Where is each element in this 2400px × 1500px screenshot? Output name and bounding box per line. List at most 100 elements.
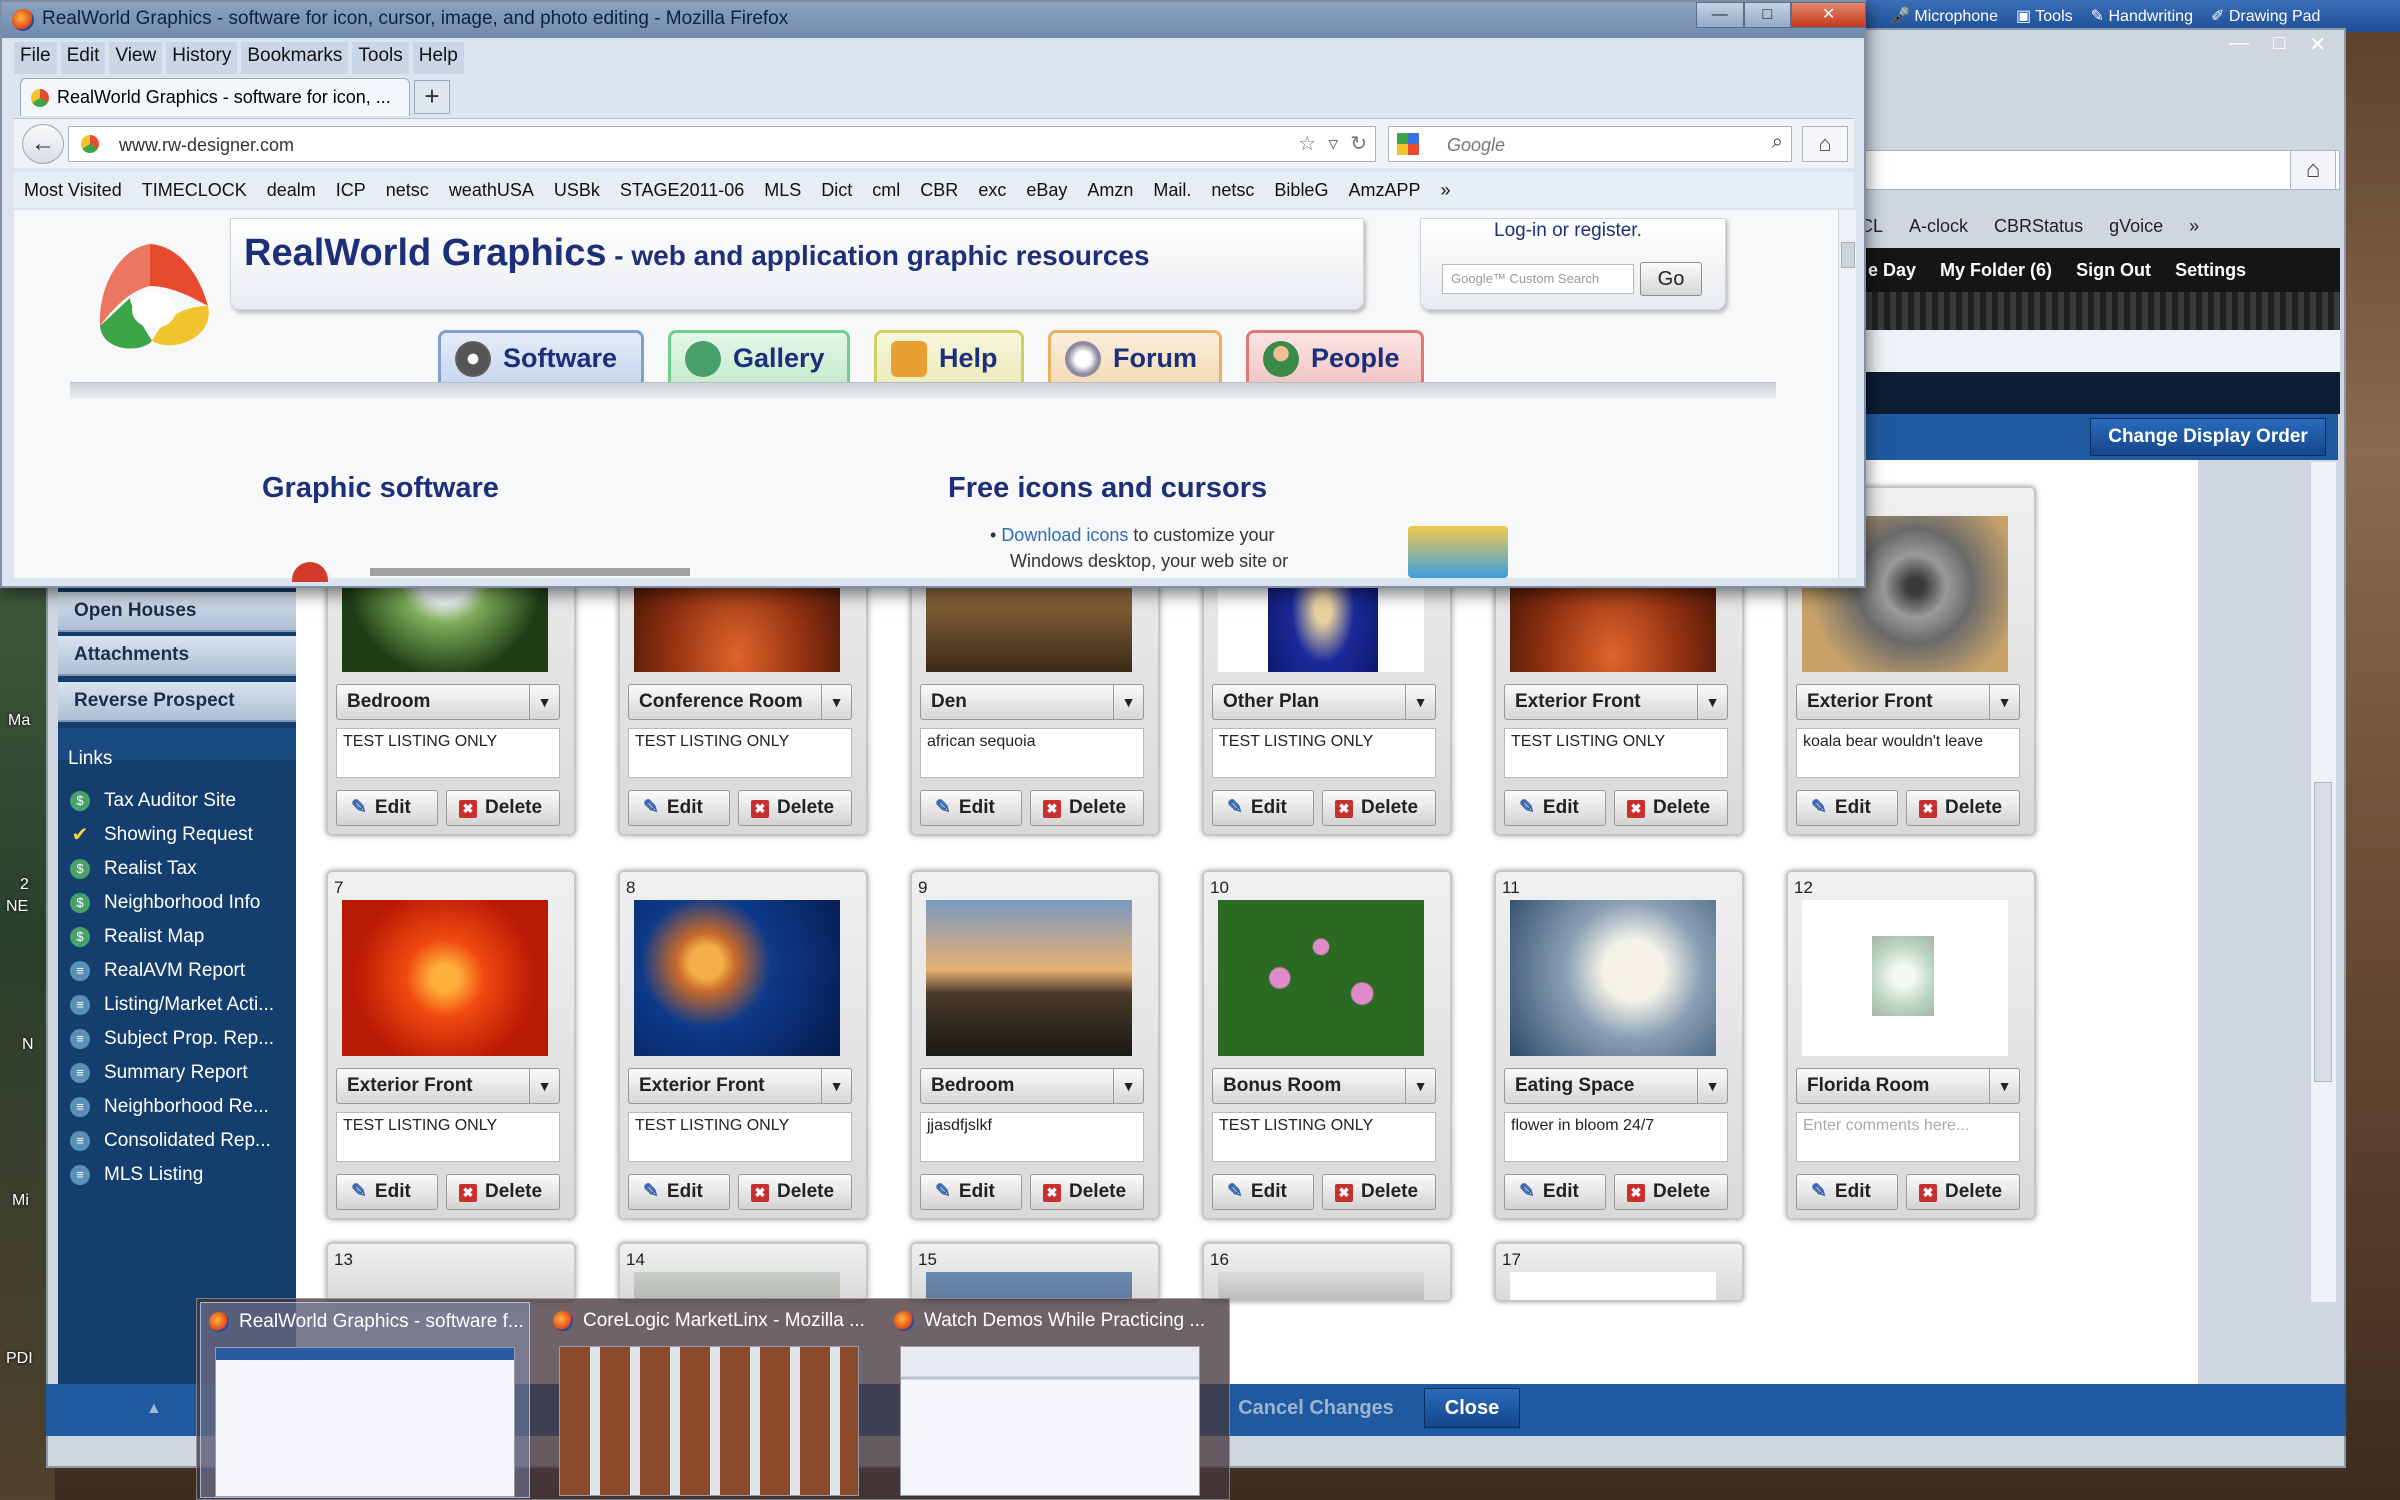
bookmark-item[interactable]: weathUSA xyxy=(449,180,534,201)
microphone-button[interactable]: 🎤 Microphone xyxy=(1890,6,1998,26)
link-realavm-report[interactable]: ≡ RealAVM Report xyxy=(70,960,245,982)
heading-graphic-software[interactable]: Graphic software xyxy=(262,472,499,505)
nav-item[interactable]: e Day xyxy=(1868,260,1916,281)
menu-tools[interactable]: Tools xyxy=(352,42,409,74)
nav-sign-out[interactable]: Sign Out xyxy=(2076,260,2151,281)
bookmark-item[interactable]: cml xyxy=(872,180,900,201)
comment-field[interactable]: TEST LISTING ONLY xyxy=(628,728,852,778)
comment-field[interactable]: TEST LISTING ONLY xyxy=(1212,728,1436,778)
dropdown-icon[interactable]: ▿ xyxy=(1328,131,1338,156)
comment-field[interactable]: TEST LISTING ONLY xyxy=(1212,1112,1436,1162)
edit-button[interactable]: ✎ Edit xyxy=(920,790,1022,826)
link-subject-prop[interactable]: ≡ Subject Prop. Rep... xyxy=(70,1028,274,1050)
drawing-pad-button[interactable]: ✐ Drawing Pad xyxy=(2211,6,2320,26)
delete-button[interactable]: ✖ Delete xyxy=(1906,1174,2020,1210)
link-mls-listing[interactable]: ≡ MLS Listing xyxy=(70,1164,203,1186)
site-search-input[interactable]: Google™ Custom Search xyxy=(1442,264,1634,294)
bookmark-item[interactable]: MLS xyxy=(764,180,801,201)
maximize-button[interactable]: □ xyxy=(1743,2,1792,28)
bookmarks-overflow[interactable]: » xyxy=(1440,180,1450,201)
menu-bookmarks[interactable]: Bookmarks xyxy=(241,42,349,74)
comment-field[interactable]: TEST LISTING ONLY xyxy=(628,1112,852,1162)
bookmark-item[interactable]: netsc xyxy=(386,180,429,201)
photo-thumbnail[interactable] xyxy=(1510,900,1716,1056)
delete-button[interactable]: ✖ Delete xyxy=(446,790,560,826)
delete-button[interactable]: ✖ Delete xyxy=(1322,790,1436,826)
room-select[interactable]: Conference Room ▼ xyxy=(628,684,852,720)
photo-thumbnail[interactable] xyxy=(1872,936,1934,1016)
nav-my-folder[interactable]: My Folder (6) xyxy=(1940,260,2052,281)
site-search-go-button[interactable]: Go xyxy=(1640,262,1702,296)
bookmark-item[interactable]: Dict xyxy=(821,180,852,201)
photo-thumbnail[interactable] xyxy=(1510,1272,1716,1300)
bookmark-item[interactable]: A-clock xyxy=(1909,216,1968,237)
delete-button[interactable]: ✖ Delete xyxy=(1322,1174,1436,1210)
bookmark-item[interactable]: netsc xyxy=(1211,180,1254,201)
change-display-order-button[interactable]: Change Display Order xyxy=(2090,418,2326,456)
minimize-button[interactable]: — xyxy=(2229,32,2249,57)
bookmark-item[interactable]: BibleG xyxy=(1274,180,1328,201)
menu-history[interactable]: History xyxy=(166,42,238,74)
delete-button[interactable]: ✖ Delete xyxy=(738,1174,852,1210)
page-scrollbar[interactable] xyxy=(1838,210,1856,578)
menu-help[interactable]: Help xyxy=(412,42,464,74)
room-select[interactable]: Den ▼ xyxy=(920,684,1144,720)
scrollbar-thumb[interactable] xyxy=(2314,782,2332,1082)
bookmark-item[interactable]: AmzAPP xyxy=(1348,180,1420,201)
room-select[interactable]: Bedroom ▼ xyxy=(336,684,560,720)
edit-button[interactable]: ✎ Edit xyxy=(1504,1174,1606,1210)
edit-button[interactable]: ✎ Edit xyxy=(336,790,438,826)
home-icon[interactable]: ⌂ xyxy=(2290,150,2336,190)
bookmark-item[interactable]: gVoice xyxy=(2109,216,2163,237)
menu-edit[interactable]: Edit xyxy=(60,42,106,74)
room-select[interactable]: Other Plan ▼ xyxy=(1212,684,1436,720)
bookmark-item[interactable]: ICP xyxy=(336,180,366,201)
login-register-link[interactable]: Log-in or register. xyxy=(1494,220,1642,242)
room-select[interactable]: Exterior Front ▼ xyxy=(336,1068,560,1104)
link-consolidated-report[interactable]: ≡ Consolidated Rep... xyxy=(70,1130,271,1152)
delete-button[interactable]: ✖ Delete xyxy=(1614,1174,1728,1210)
icons-link[interactable]: icons xyxy=(1086,525,1128,545)
bookmark-item[interactable]: dealm xyxy=(267,180,316,201)
room-select[interactable]: Exterior Front ▼ xyxy=(1504,684,1728,720)
search-icon[interactable]: ⌕ xyxy=(1772,131,1783,154)
edit-button[interactable]: ✎ Edit xyxy=(1504,790,1606,826)
room-select[interactable]: Florida Room ▼ xyxy=(1796,1068,2020,1104)
panel-scrollbar[interactable] xyxy=(2310,462,2336,1302)
handwriting-button[interactable]: ✎ Handwriting xyxy=(2091,6,2193,26)
browser-tab[interactable]: RealWorld Graphics - software for icon, … xyxy=(20,78,410,116)
bookmark-item[interactable]: exc xyxy=(978,180,1006,201)
link-listing-market[interactable]: ≡ Listing/Market Acti... xyxy=(70,994,274,1016)
menu-view[interactable]: View xyxy=(109,42,163,74)
close-window-button[interactable]: ✕ xyxy=(2309,32,2326,57)
photo-thumbnail[interactable] xyxy=(926,900,1132,1056)
bookmark-item[interactable]: eBay xyxy=(1026,180,1067,201)
link-tax-auditor[interactable]: $ Tax Auditor Site xyxy=(70,790,236,812)
delete-button[interactable]: ✖ Delete xyxy=(1906,790,2020,826)
bookmark-item[interactable]: Mail. xyxy=(1153,180,1191,201)
back-arrow-icon[interactable]: ← xyxy=(22,124,64,164)
comment-field[interactable]: Enter comments here... xyxy=(1796,1112,2020,1162)
link-summary-report[interactable]: ≡ Summary Report xyxy=(70,1062,248,1084)
link-realist-map[interactable]: $ Realist Map xyxy=(70,926,204,948)
room-select[interactable]: Eating Space ▼ xyxy=(1504,1068,1728,1104)
photo-thumbnail[interactable] xyxy=(1218,900,1424,1056)
star-icon[interactable]: ☆ xyxy=(1298,131,1316,156)
photo-thumbnail[interactable] xyxy=(342,900,548,1056)
minimize-button[interactable]: — xyxy=(1696,2,1744,28)
edit-button[interactable]: ✎ Edit xyxy=(920,1174,1022,1210)
comment-field[interactable]: flower in bloom 24/7 xyxy=(1504,1112,1728,1162)
room-select[interactable]: Exterior Front ▼ xyxy=(1796,684,2020,720)
tab-people[interactable]: People xyxy=(1246,330,1424,382)
room-select[interactable]: Bonus Room ▼ xyxy=(1212,1068,1436,1104)
search-input[interactable]: Google ⌕ xyxy=(1388,126,1792,162)
bookmark-item[interactable]: USBk xyxy=(554,180,600,201)
tab-software[interactable]: Software xyxy=(438,330,644,382)
tab-help[interactable]: Help xyxy=(874,330,1024,382)
bookmark-item[interactable]: CBR xyxy=(920,180,958,201)
delete-button[interactable]: ✖ Delete xyxy=(738,790,852,826)
delete-button[interactable]: ✖ Delete xyxy=(1030,1174,1144,1210)
taskbar-preview[interactable]: Watch Demos While Practicing ... xyxy=(886,1302,1216,1498)
edit-button[interactable]: ✎ Edit xyxy=(1796,1174,1898,1210)
home-icon[interactable]: ⌂ xyxy=(1802,126,1848,162)
